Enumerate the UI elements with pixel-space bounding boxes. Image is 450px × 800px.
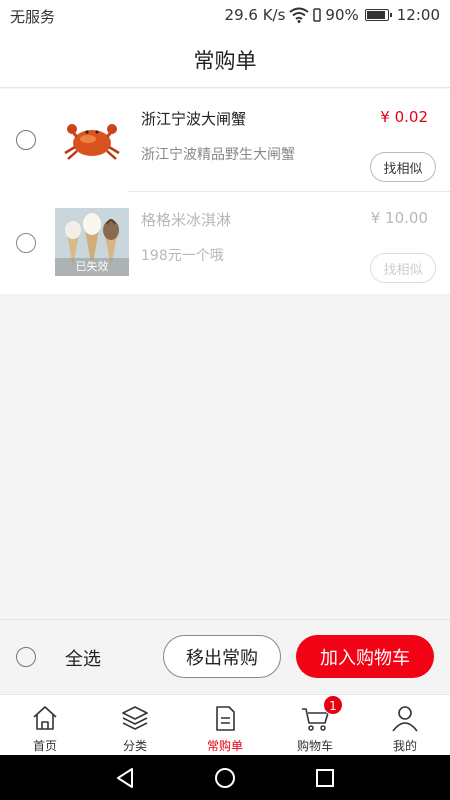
header: 常购单 [0, 32, 450, 88]
tab-label: 分类 [122, 739, 147, 753]
system-nav-bar [0, 755, 450, 800]
tab-category[interactable]: 分类 [90, 695, 180, 755]
invalid-badge: 已失效 [55, 258, 129, 276]
remove-from-list-button[interactable]: 移出常购 [163, 635, 281, 678]
tab-label: 我的 [392, 739, 417, 753]
ice-cream-image[interactable]: 已失效 [55, 208, 129, 276]
battery-icon [364, 9, 392, 21]
tab-frequent-list[interactable]: 常购单 [180, 695, 270, 755]
item-name[interactable]: 浙江宁波大闸蟹 [141, 108, 246, 129]
home-icon [33, 706, 57, 730]
tab-home[interactable]: 首页 [0, 695, 90, 755]
user-icon [392, 706, 418, 732]
tab-label: 首页 [32, 739, 57, 753]
network-speed: 29.6 K/s [224, 6, 286, 24]
sim-icon [313, 8, 322, 22]
tab-cart[interactable]: 1 购物车 [270, 695, 360, 755]
item-desc: 浙江宁波精品野生大闸蟹 [141, 147, 295, 163]
select-all-label[interactable]: 全选 [65, 645, 101, 671]
find-similar-button[interactable]: 找相似 [370, 253, 436, 283]
item-select-radio[interactable] [16, 130, 36, 150]
item-select-radio[interactable] [16, 233, 36, 253]
tab-bar: 首页 分类 常购单 1 购物车 我的 [0, 694, 450, 755]
crab-image[interactable] [55, 107, 129, 175]
tab-profile[interactable]: 我的 [360, 695, 450, 755]
back-icon[interactable] [114, 767, 136, 789]
tab-label: 购物车 [296, 739, 333, 753]
battery-percent: 90% [325, 6, 359, 24]
status-bar: 无服务 29.6 K/s 90% 12:00 [0, 0, 450, 32]
recents-icon[interactable] [314, 767, 336, 789]
find-similar-button[interactable]: 找相似 [370, 152, 436, 182]
cart-count-badge: 1 [323, 695, 343, 715]
item-desc: 198元一个哦 [141, 248, 224, 264]
item-price: ¥ 10.00 [370, 209, 428, 227]
add-to-cart-button[interactable]: 加入购物车 [296, 635, 434, 678]
product-list: 浙江宁波大闸蟹 ¥ 0.02 浙江宁波精品野生大闸蟹 找相似 已失效 格格米冰淇… [0, 89, 450, 294]
list-item[interactable]: 已失效 格格米冰淇淋 ¥ 10.00 198元一个哦 找相似 [0, 192, 450, 294]
list-icon [216, 706, 235, 731]
item-name[interactable]: 格格米冰淇淋 [141, 209, 231, 230]
carrier-text: 无服务 [10, 8, 56, 26]
page-title: 常购单 [193, 49, 257, 73]
clock: 12:00 [396, 6, 440, 24]
action-bar: 全选 移出常购 加入购物车 [0, 619, 450, 693]
list-item[interactable]: 浙江宁波大闸蟹 ¥ 0.02 浙江宁波精品野生大闸蟹 找相似 [0, 89, 450, 192]
tab-label: 常购单 [206, 739, 243, 753]
select-all-radio[interactable] [16, 647, 36, 667]
item-price: ¥ 0.02 [380, 108, 428, 126]
layers-icon [122, 706, 148, 730]
wifi-icon [289, 7, 310, 23]
home-circle-icon[interactable] [214, 767, 236, 789]
